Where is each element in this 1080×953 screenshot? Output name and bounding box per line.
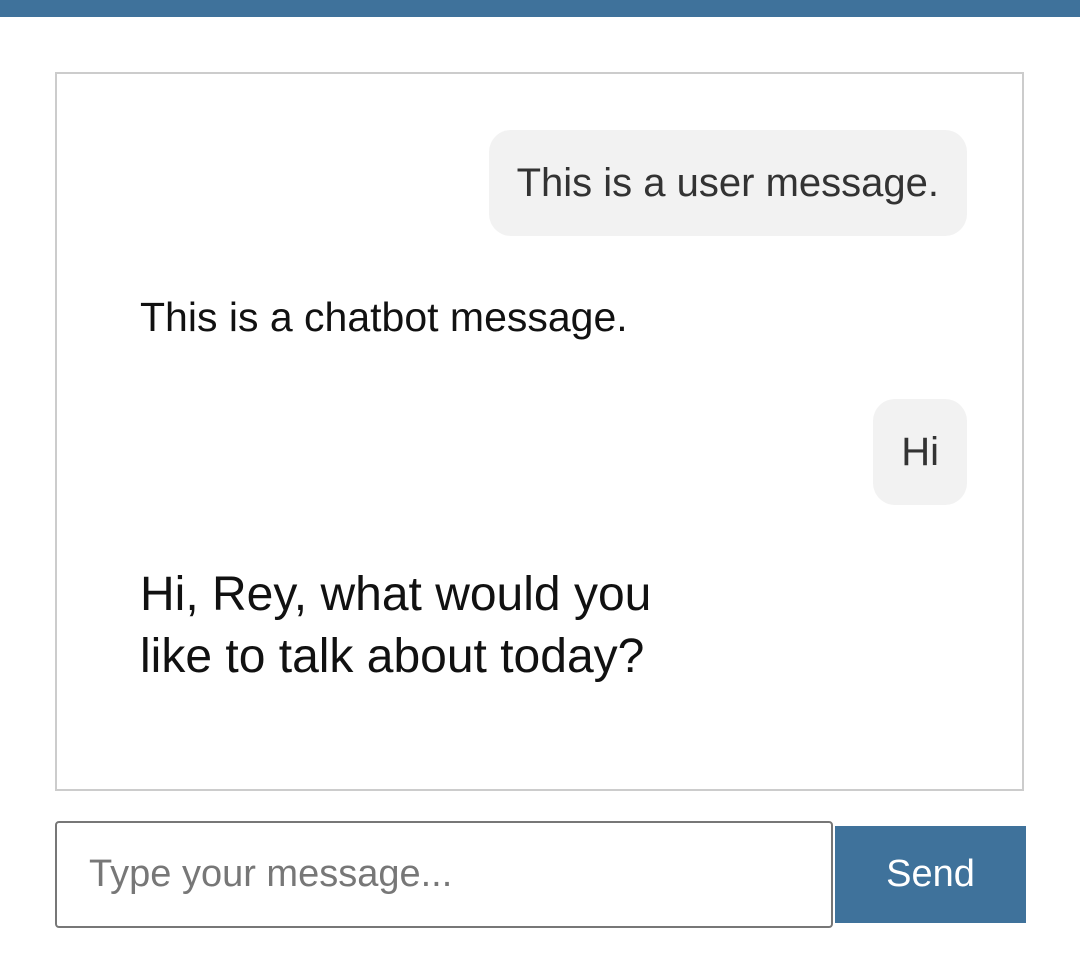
send-button[interactable]: Send [835, 826, 1026, 923]
message-input[interactable] [55, 821, 833, 928]
chatbot-message: This is a chatbot message. [140, 294, 628, 340]
top-bar [0, 0, 1080, 17]
chat-window: This is a user message. This is a chatbo… [55, 72, 1024, 791]
user-message-bubble: Hi [873, 399, 967, 505]
chatbot-message: Hi, Rey, what would you like to talk abo… [140, 568, 652, 683]
user-message-bubble: This is a user message. [488, 130, 967, 236]
message-composer: Send [55, 821, 1026, 928]
